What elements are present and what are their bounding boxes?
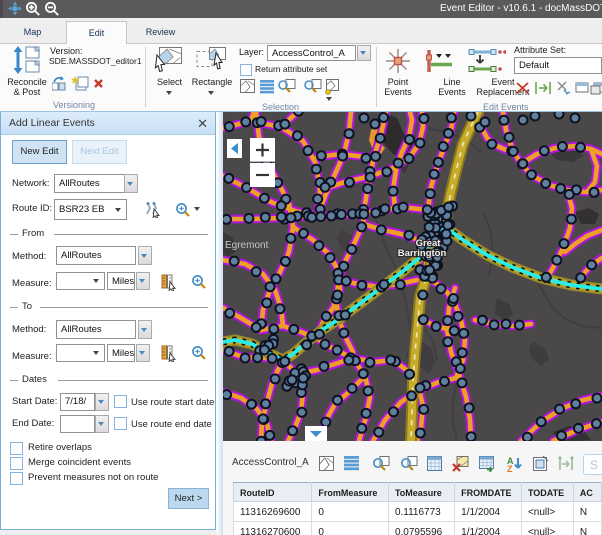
svg-text:Z: Z — [507, 464, 513, 473]
svg-text:Egremont: Egremont — [225, 240, 269, 251]
svg-text:Barrington: Barrington — [398, 248, 447, 259]
